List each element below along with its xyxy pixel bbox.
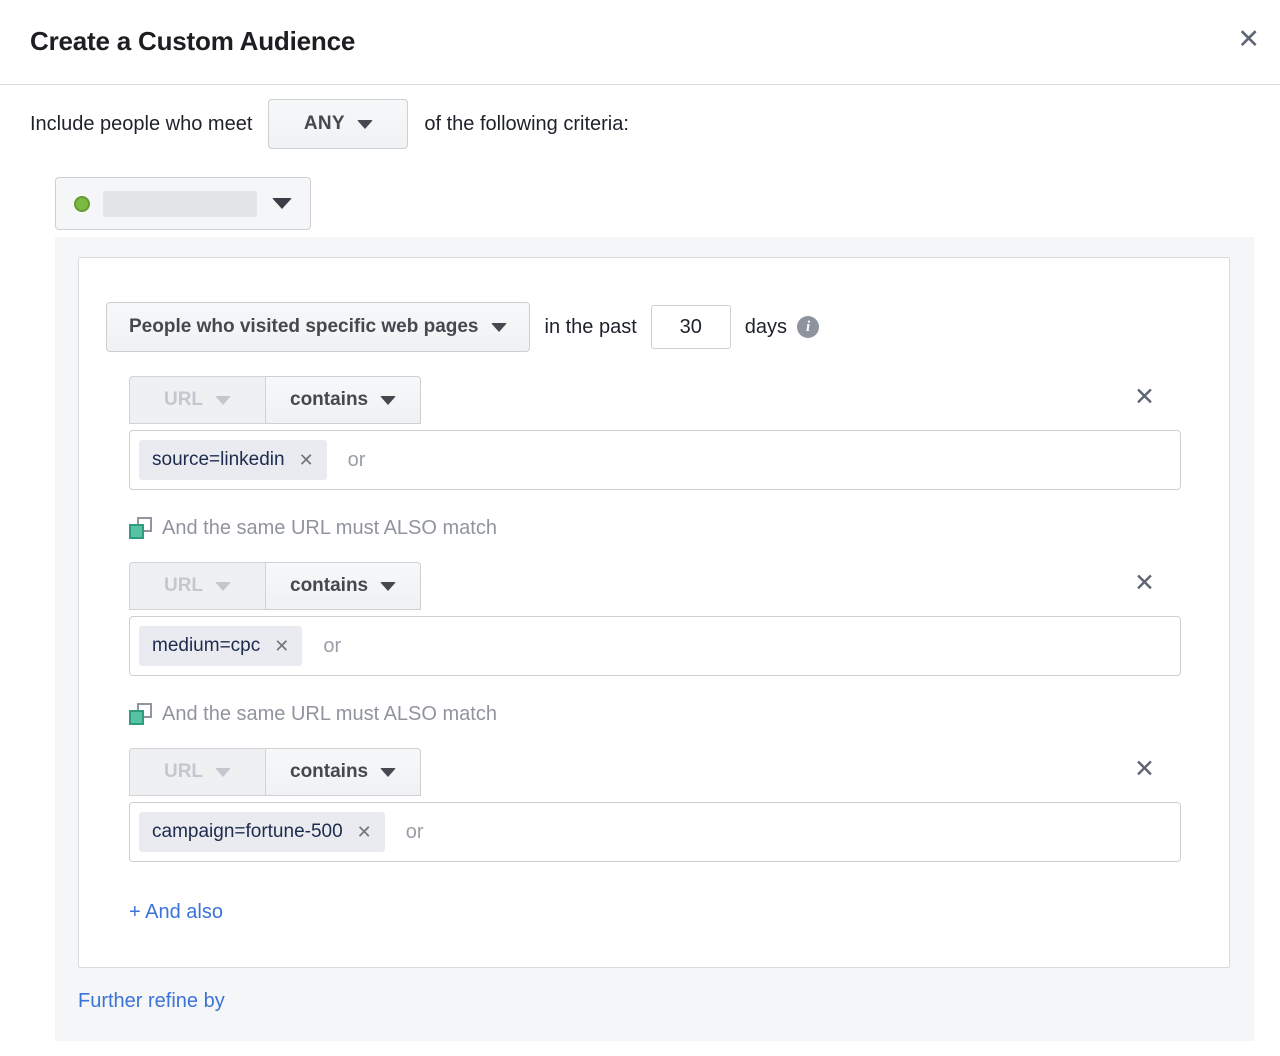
remove-token-icon[interactable]: ✕ <box>357 823 372 841</box>
include-prefix-label: Include people who meet <box>30 113 252 136</box>
pixel-name-redacted <box>103 191 257 217</box>
also-match-label: And the same URL must ALSO match <box>162 703 497 726</box>
add-condition-link[interactable]: + And also <box>129 901 223 924</box>
close-icon[interactable]: ✕ <box>1233 22 1264 57</box>
chevron-down-icon <box>491 323 507 332</box>
chevron-down-icon <box>380 582 396 591</box>
remove-condition-icon[interactable]: ✕ <box>1134 385 1155 410</box>
url-token-chip: source=linkedin ✕ <box>139 440 327 480</box>
match-type-value: ANY <box>304 113 345 135</box>
pixel-active-status-icon <box>74 196 90 212</box>
remove-condition-icon[interactable]: ✕ <box>1134 757 1155 782</box>
further-refine-link[interactable]: Further refine by <box>78 990 225 1013</box>
operator-value: contains <box>290 575 368 597</box>
audience-rule-panel: People who visited specific web pages in… <box>55 237 1254 1041</box>
url-token-chip: medium=cpc ✕ <box>139 626 302 666</box>
rule-box: People who visited specific web pages in… <box>78 257 1230 968</box>
operator-value: contains <box>290 761 368 783</box>
info-icon[interactable]: i <box>797 316 819 338</box>
chevron-down-icon <box>215 768 231 777</box>
operator-value: contains <box>290 389 368 411</box>
condition-row: URL contains ✕ <box>129 748 1181 796</box>
pixel-source-dropdown[interactable] <box>55 177 311 230</box>
include-criteria-row: Include people who meet ANY of the follo… <box>30 99 1280 149</box>
or-placeholder: or <box>406 821 424 844</box>
include-suffix-label: of the following criteria: <box>424 113 629 136</box>
operator-dropdown[interactable]: contains <box>266 562 421 610</box>
and-intersect-icon <box>129 703 152 726</box>
dialog-header: Create a Custom Audience ✕ <box>0 0 1280 85</box>
url-token-text: campaign=fortune-500 <box>152 821 343 843</box>
chevron-down-icon <box>215 582 231 591</box>
url-field-dropdown[interactable]: URL <box>129 562 266 610</box>
chevron-down-icon <box>357 120 373 129</box>
page-title: Create a Custom Audience <box>30 26 1250 57</box>
also-match-toggle[interactable]: And the same URL must ALSO match <box>129 703 1181 726</box>
retention-days-input[interactable] <box>651 305 731 349</box>
remove-condition-icon[interactable]: ✕ <box>1134 571 1155 596</box>
url-field-dropdown[interactable]: URL <box>129 748 266 796</box>
chevron-down-icon <box>215 396 231 405</box>
chevron-down-icon <box>380 396 396 405</box>
remove-token-icon[interactable]: ✕ <box>299 451 314 469</box>
condition-row: URL contains ✕ <box>129 562 1181 610</box>
condition-row: URL contains ✕ <box>129 376 1181 424</box>
operator-dropdown[interactable]: contains <box>266 376 421 424</box>
url-token-chip: campaign=fortune-500 ✕ <box>139 812 385 852</box>
also-match-toggle[interactable]: And the same URL must ALSO match <box>129 517 1181 540</box>
url-token-input[interactable]: medium=cpc ✕ or <box>129 616 1181 676</box>
operator-dropdown[interactable]: contains <box>266 748 421 796</box>
retention-suffix-label: days <box>745 316 787 339</box>
conditions-list: URL contains ✕ source=linkedin ✕ or <box>129 376 1181 924</box>
url-field-dropdown[interactable]: URL <box>129 376 266 424</box>
also-match-label: And the same URL must ALSO match <box>162 517 497 540</box>
url-token-text: source=linkedin <box>152 449 285 471</box>
url-token-input[interactable]: source=linkedin ✕ or <box>129 430 1181 490</box>
remove-token-icon[interactable]: ✕ <box>274 637 289 655</box>
chevron-down-icon <box>272 198 292 209</box>
match-type-dropdown[interactable]: ANY <box>268 99 408 149</box>
event-type-dropdown[interactable]: People who visited specific web pages <box>106 302 530 352</box>
chevron-down-icon <box>380 768 396 777</box>
or-placeholder: or <box>348 449 366 472</box>
url-field-value: URL <box>164 389 203 411</box>
event-type-value: People who visited specific web pages <box>129 316 479 338</box>
or-placeholder: or <box>323 635 341 658</box>
url-token-text: medium=cpc <box>152 635 260 657</box>
event-row: People who visited specific web pages in… <box>106 302 1229 352</box>
url-field-value: URL <box>164 761 203 783</box>
and-intersect-icon <box>129 517 152 540</box>
url-token-input[interactable]: campaign=fortune-500 ✕ or <box>129 802 1181 862</box>
retention-prefix-label: in the past <box>545 316 637 339</box>
url-field-value: URL <box>164 575 203 597</box>
